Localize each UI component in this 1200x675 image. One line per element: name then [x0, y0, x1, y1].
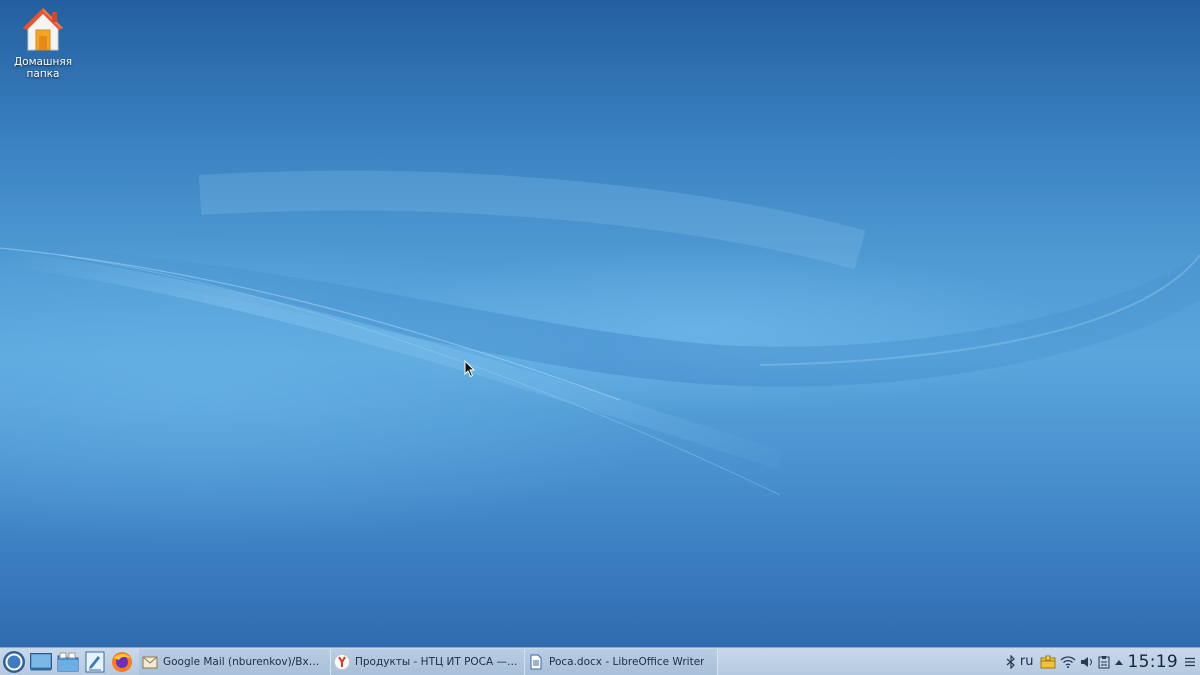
mouse-cursor-icon: [464, 360, 476, 378]
volume-icon: [1080, 656, 1092, 667]
file-manager-launcher[interactable]: [55, 649, 81, 675]
network-button[interactable]: [1060, 649, 1076, 675]
start-menu-button[interactable]: [1, 649, 27, 675]
task-label: Poca.docx - LibreOffice Writer: [549, 655, 705, 668]
file-manager-icon: [57, 652, 79, 671]
desktop-icon-home-folder[interactable]: Домашняя папка: [10, 6, 76, 80]
updates-button[interactable]: [1040, 649, 1056, 675]
firefox-icon: [112, 651, 132, 672]
tray-expand-button[interactable]: [1114, 649, 1124, 675]
hamburger-menu-icon: [1185, 657, 1195, 666]
home-folder-icon: [22, 8, 64, 51]
start-menu-icon: [3, 650, 25, 673]
writer-document-icon: [530, 654, 542, 669]
wallpaper-wave: [0, 170, 1200, 496]
show-desktop-button[interactable]: [28, 649, 54, 675]
task-label: Продукты - НТЦ ИТ РОСА — Яндек...: [355, 655, 518, 668]
volume-button[interactable]: [1080, 649, 1094, 675]
system-tray: ru 15:19: [1006, 648, 1200, 675]
text-editor-icon: [85, 651, 105, 672]
desktop-icon-label: Домашняя папка: [13, 56, 73, 80]
task-label: Google Mail (nburenkov)/Входящие...: [163, 655, 324, 668]
task-button-mail[interactable]: Google Mail (nburenkov)/Входящие...: [139, 648, 331, 675]
show-desktop-icon: [30, 652, 52, 670]
task-list: Google Mail (nburenkov)/Входящие... Прод…: [139, 648, 718, 675]
taskbar: Google Mail (nburenkov)/Входящие... Прод…: [0, 647, 1200, 675]
clipboard-icon: [1098, 655, 1109, 668]
mail-icon: [142, 656, 158, 668]
bluetooth-icon: [1006, 654, 1015, 669]
task-button-writer[interactable]: Poca.docx - LibreOffice Writer: [525, 648, 718, 675]
chevron-up-icon: [1114, 659, 1123, 665]
text-editor-launcher[interactable]: [82, 649, 108, 675]
clock[interactable]: 15:19: [1128, 649, 1179, 675]
package-icon: [1040, 655, 1055, 668]
clipboard-button[interactable]: [1098, 649, 1110, 675]
yandex-browser-icon: [334, 653, 350, 670]
desktop-background: Домашняя папка: [0, 0, 1200, 647]
panel-menu-button[interactable]: [1184, 649, 1196, 675]
wifi-icon: [1060, 655, 1075, 668]
task-button-browser[interactable]: Продукты - НТЦ ИТ РОСА — Яндек...: [331, 648, 525, 675]
language-indicator[interactable]: ru: [1020, 649, 1034, 675]
firefox-launcher[interactable]: [109, 649, 135, 675]
bluetooth-button[interactable]: [1006, 649, 1016, 675]
